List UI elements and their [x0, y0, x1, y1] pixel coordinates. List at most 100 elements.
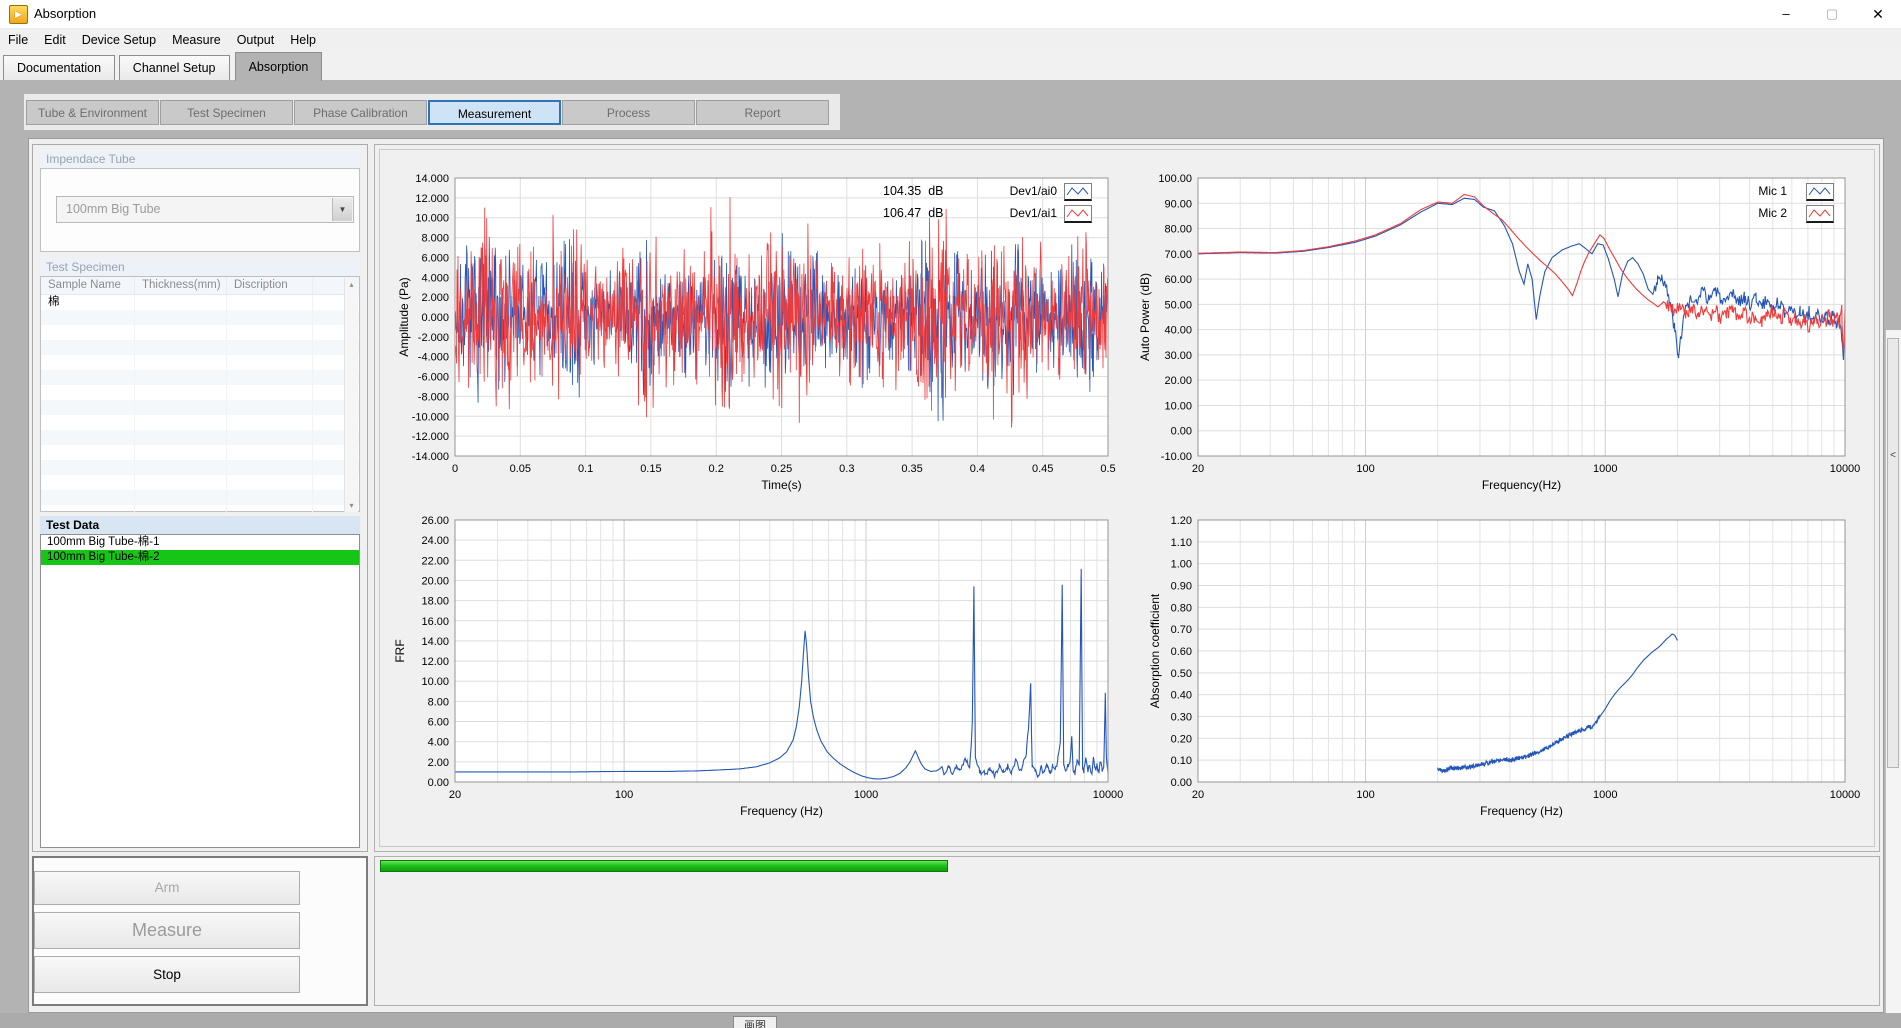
scrollbar-thumb[interactable] — [1887, 338, 1899, 768]
svg-text:0.000: 0.000 — [421, 312, 449, 324]
table-cell — [41, 475, 135, 490]
impedance-tube-group-title: Impendace Tube — [40, 150, 360, 168]
menu-item-help[interactable]: Help — [282, 29, 324, 51]
clipped-bottom-tab[interactable]: 画图 — [733, 1016, 779, 1028]
svg-text:-2.000: -2.000 — [418, 332, 449, 344]
svg-text:Auto Power (dB): Auto Power (dB) — [1138, 273, 1152, 361]
subtab-tube-environment[interactable]: Tube & Environment — [26, 100, 159, 125]
svg-text:20: 20 — [449, 789, 461, 801]
chevron-down-icon[interactable]: ▼ — [332, 198, 352, 221]
table-row — [41, 415, 359, 430]
maximize-button[interactable]: ▢ — [1809, 0, 1855, 28]
legend-label-mic2[interactable]: Mic 2 — [1737, 206, 1787, 220]
table-row[interactable]: 棉 — [41, 295, 359, 310]
tab-documentation[interactable]: Documentation — [3, 55, 115, 80]
svg-text:1000: 1000 — [1593, 789, 1617, 801]
menu-item-file[interactable]: File — [0, 29, 36, 51]
svg-text:2.000: 2.000 — [421, 292, 449, 304]
svg-text:Absorption coefficient: Absorption coefficient — [1148, 593, 1162, 708]
subtab-process[interactable]: Process — [562, 100, 695, 125]
collapse-left-icon[interactable]: < — [1887, 449, 1899, 463]
subtab-test-specimen[interactable]: Test Specimen — [160, 100, 293, 125]
svg-text:1.20: 1.20 — [1171, 515, 1192, 527]
table-cell — [135, 400, 227, 415]
scroll-up-icon[interactable]: ▴ — [346, 280, 357, 289]
svg-text:18.00: 18.00 — [421, 596, 449, 608]
svg-text:Amplitude (Pa): Amplitude (Pa) — [397, 277, 411, 356]
stop-button[interactable]: Stop — [34, 956, 300, 993]
table-cell — [135, 295, 227, 310]
legend-plot-icon-mic1[interactable] — [1806, 183, 1834, 201]
table-row — [41, 400, 359, 415]
labview-app-icon: ▶ — [9, 5, 28, 24]
menu-item-output[interactable]: Output — [229, 29, 283, 51]
svg-text:50.00: 50.00 — [1164, 299, 1192, 311]
svg-text:100: 100 — [1356, 463, 1374, 475]
svg-text:14.000: 14.000 — [415, 173, 449, 185]
table-row — [41, 430, 359, 445]
svg-text:0.05: 0.05 — [510, 463, 531, 475]
test-data-item-2[interactable]: 100mm Big Tube-棉-2 — [41, 550, 359, 565]
tube-select-dropdown[interactable]: 100mm Big Tube ▼ — [56, 196, 354, 223]
svg-text:0.00: 0.00 — [1171, 777, 1192, 789]
svg-text:0.30: 0.30 — [1171, 712, 1192, 724]
auto-power-chart: 100.0090.0080.0070.0060.0050.0040.0030.0… — [1123, 150, 1875, 505]
table-cell — [41, 430, 135, 445]
svg-text:16.00: 16.00 — [421, 616, 449, 628]
tab-channel-setup[interactable]: Channel Setup — [119, 55, 230, 80]
svg-text:10.00: 10.00 — [421, 676, 449, 688]
svg-text:8.00: 8.00 — [428, 696, 449, 708]
test-data-item-1[interactable]: 100mm Big Tube-棉-1 — [41, 535, 359, 550]
svg-text:FRF: FRF — [393, 639, 407, 662]
table-row — [41, 325, 359, 340]
svg-text:0.60: 0.60 — [1171, 646, 1192, 658]
absorption-app-window: ▶ Absorption – ▢ ✕ FileEditDevice SetupM… — [0, 0, 1901, 1028]
svg-text:22.00: 22.00 — [421, 555, 449, 567]
subtab-phase-calibration[interactable]: Phase Calibration — [294, 100, 427, 125]
svg-text:1.00: 1.00 — [1171, 559, 1192, 571]
window-title: Absorption — [34, 6, 96, 21]
svg-text:-12.000: -12.000 — [412, 431, 449, 443]
table-row — [41, 340, 359, 355]
table-cell — [227, 415, 313, 430]
arm-button[interactable]: Arm — [34, 871, 300, 905]
subtab-measurement[interactable]: Measurement — [428, 100, 561, 125]
table-row — [41, 445, 359, 460]
frf-chart: 26.0024.0022.0020.0018.0016.0014.0012.00… — [380, 492, 1125, 822]
svg-text:-14.000: -14.000 — [412, 451, 449, 463]
svg-text:0.40: 0.40 — [1171, 690, 1192, 702]
legend-label-dev1-ai0[interactable]: Dev1/ai0 — [995, 184, 1057, 198]
column-header-thickness-mm: Thickness(mm) — [135, 277, 227, 294]
legend-plot-icon-dev1-ai0[interactable] — [1064, 183, 1092, 201]
svg-text:-10.000: -10.000 — [412, 411, 449, 423]
specimen-table-scrollbar[interactable]: ▴ ▾ — [344, 278, 358, 512]
menu-item-edit[interactable]: Edit — [36, 29, 74, 51]
svg-text:6.000: 6.000 — [421, 252, 449, 264]
measure-button[interactable]: Measure — [34, 912, 300, 949]
menu-item-measure[interactable]: Measure — [164, 29, 229, 51]
test-data-group-title: Test Data — [40, 516, 360, 534]
svg-text:-6.000: -6.000 — [418, 372, 449, 384]
minimize-button[interactable]: – — [1763, 0, 1809, 28]
menu-item-device-setup[interactable]: Device Setup — [74, 29, 164, 51]
column-header-sample-name: Sample Name — [41, 277, 135, 294]
progress-panel — [374, 856, 1880, 1006]
close-button[interactable]: ✕ — [1855, 0, 1901, 28]
legend-plot-icon-dev1-ai1[interactable] — [1064, 205, 1092, 223]
table-cell — [41, 370, 135, 385]
legend-plot-icon-mic2[interactable] — [1806, 205, 1834, 223]
svg-text:Frequency(Hz): Frequency(Hz) — [1482, 478, 1561, 492]
subtab-report[interactable]: Report — [696, 100, 829, 125]
specimen-table-header: Sample NameThickness(mm)Discription — [41, 277, 359, 295]
svg-text:26.00: 26.00 — [421, 515, 449, 527]
table-cell — [135, 385, 227, 400]
tab-absorption[interactable]: Absorption — [235, 52, 323, 81]
table-cell — [135, 340, 227, 355]
scroll-down-icon[interactable]: ▾ — [346, 501, 357, 510]
svg-text:12.00: 12.00 — [421, 656, 449, 668]
table-cell — [41, 415, 135, 430]
legend-label-mic1[interactable]: Mic 1 — [1737, 184, 1787, 198]
svg-text:-4.000: -4.000 — [418, 352, 449, 364]
svg-text:Frequency (Hz): Frequency (Hz) — [740, 804, 823, 818]
legend-label-dev1-ai1[interactable]: Dev1/ai1 — [995, 206, 1057, 220]
